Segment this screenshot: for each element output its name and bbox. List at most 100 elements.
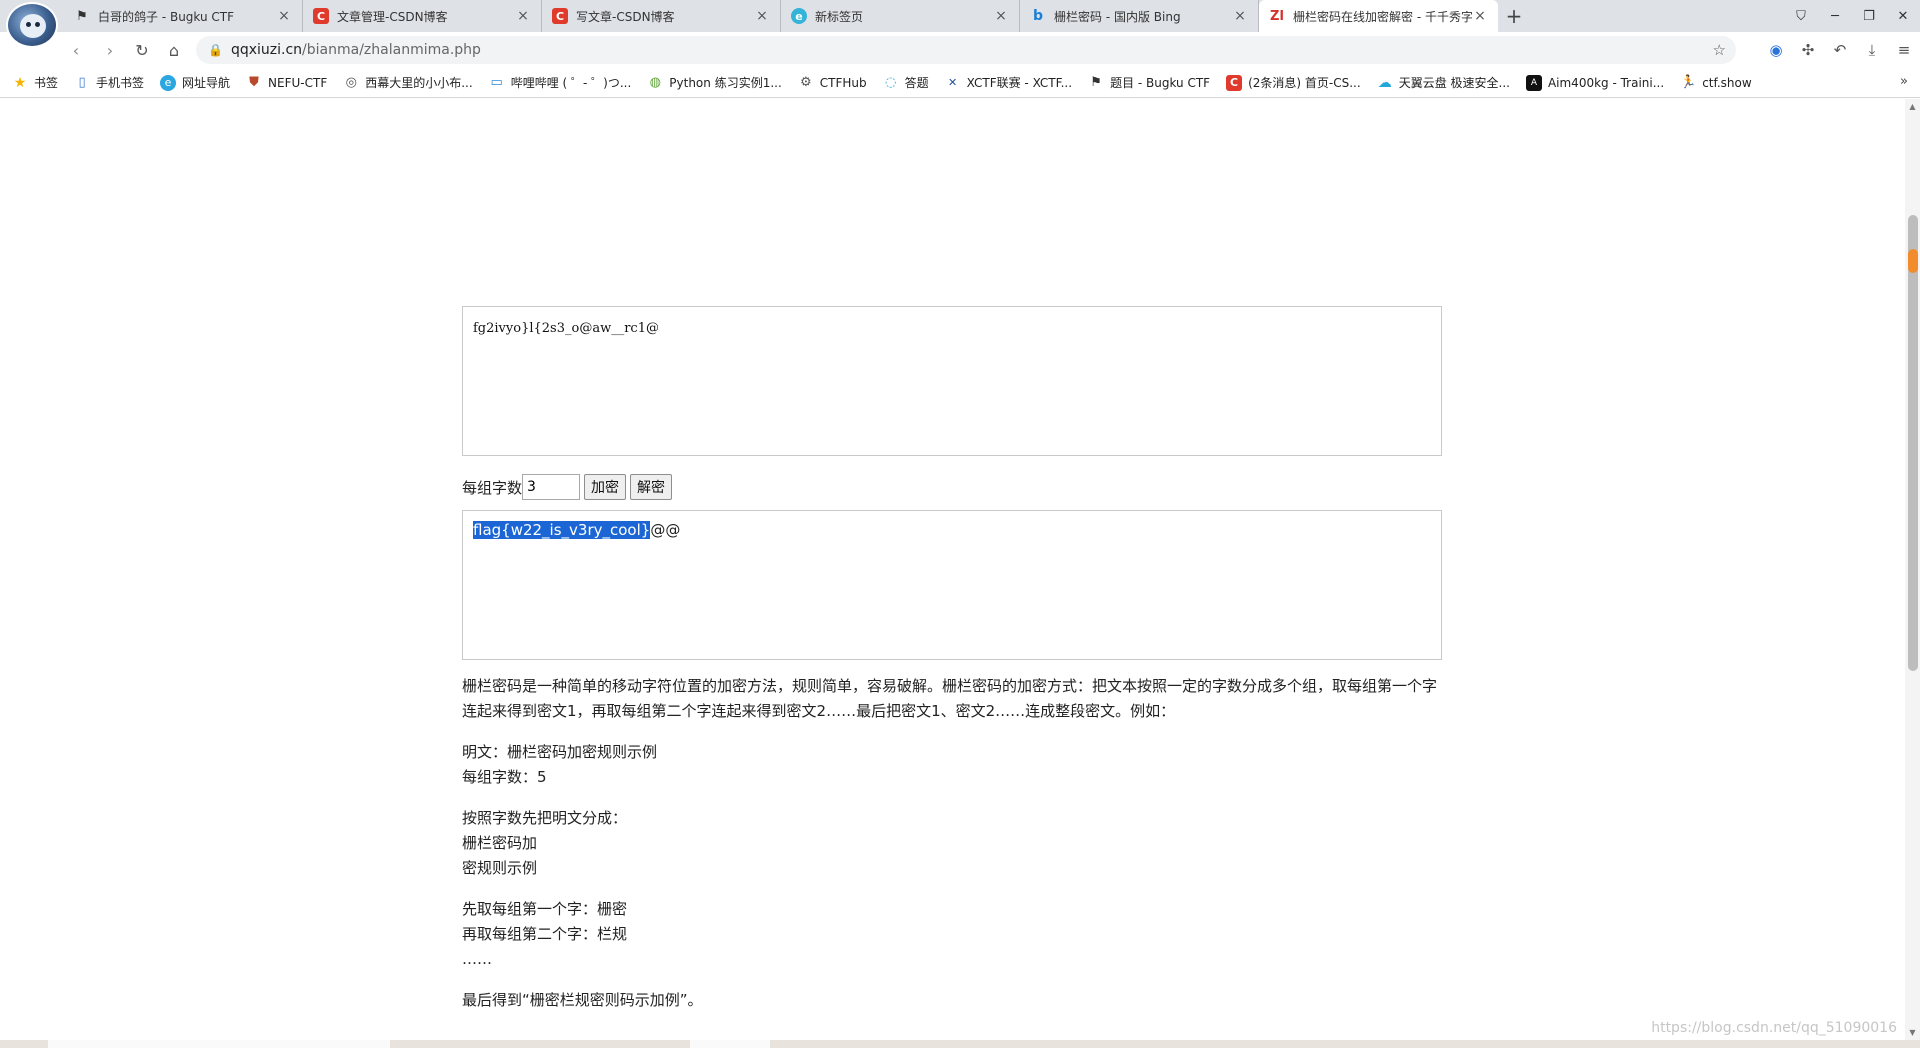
cipher-output-textarea[interactable]: flag{w22_is_v3ry_cool}@@ xyxy=(462,510,1442,660)
toolbar-actions: ◉ ✣ ↶ ⤓ ≡ xyxy=(1760,38,1920,62)
tab-list: ⚑ 白哥的鸽子 - Bugku CTF × C 文章管理-CSDN博客 × C … xyxy=(64,0,1530,32)
tab-title: 写文章-CSDN博客 xyxy=(576,9,675,24)
csdn-icon: C xyxy=(552,8,568,24)
bookmark-item[interactable]: ▭ 哔哩哔哩 ( ゜- ゜)つ... xyxy=(489,74,632,91)
example-line: 按照字数先把明文分成： xyxy=(462,809,628,827)
group-size-label: 每组字数 xyxy=(462,478,523,497)
tab-csdn-write[interactable]: C 写文章-CSDN博客 × xyxy=(542,0,781,32)
close-window-icon[interactable]: ✕ xyxy=(1886,0,1920,32)
menu-icon[interactable]: ≡ xyxy=(1888,38,1920,62)
runner-icon: 🏃 xyxy=(1680,75,1697,90)
example-block: 明文：栅栏密码加密规则示例 每组字数：5 xyxy=(462,740,1442,790)
bing-icon: b xyxy=(1032,8,1044,24)
description: 栅栏密码是一种简单的移动字符位置的加密方法，规则简单，容易破解。栅栏密码的加密方… xyxy=(462,674,1442,1029)
group-size-input[interactable] xyxy=(522,474,581,500)
forward-icon[interactable]: › xyxy=(98,38,122,62)
qqxiuzi-icon: Zl xyxy=(1270,8,1284,24)
description-paragraph: 栅栏密码是一种简单的移动字符位置的加密方法，规则简单，容易破解。栅栏密码的加密方… xyxy=(462,677,1438,720)
bookmark-star-icon[interactable]: ☆ xyxy=(1713,41,1726,59)
shield-icon: ⛊ xyxy=(249,75,259,90)
extension-shield-icon[interactable]: ◉ xyxy=(1760,38,1792,62)
cipher-input-textarea[interactable]: fg2ivyo}l{2s3_o@aw__rc1@ xyxy=(462,306,1442,456)
new-tab-button[interactable]: + xyxy=(1498,0,1530,32)
example-line: …… xyxy=(462,950,492,968)
cloud-icon: ☁ xyxy=(1377,74,1392,91)
restore-icon[interactable]: ❐ xyxy=(1852,0,1886,32)
scroll-up-icon[interactable]: ▲ xyxy=(1905,99,1920,114)
avatar-eye xyxy=(26,22,31,27)
bookmarks-bar: ★ 书签 ▯ 手机书签 e 网址导航 ⛊ NEFU-CTF ◎ 西幕大里的小小布... ▭… xyxy=(0,68,1920,98)
bookmark-item[interactable]: ✕ XCTF联赛 - XCTF... xyxy=(945,74,1072,91)
profile-avatar[interactable] xyxy=(6,2,58,48)
bookmark-item[interactable]: ◎ 西幕大里的小小布... xyxy=(343,74,473,91)
tab-bing[interactable]: b 栅栏密码 - 国内版 Bing × xyxy=(1020,0,1259,32)
star-icon: ★ xyxy=(13,74,27,91)
bookmark-item[interactable]: e 网址导航 xyxy=(160,74,230,91)
tab-bugku-pigeon[interactable]: ⚑ 白哥的鸽子 - Bugku CTF × xyxy=(64,0,303,32)
tab-qqxiuzi[interactable]: Zl 栅栏密码在线加密解密 - 千千秀字 × xyxy=(1259,0,1498,32)
bookmark-item[interactable]: ⚑ 题目 - Bugku CTF xyxy=(1088,74,1210,91)
status-segment xyxy=(690,1040,770,1048)
extensions-icon[interactable]: ✣ xyxy=(1792,38,1824,62)
tab-new-tab[interactable]: e 新标签页 × xyxy=(781,0,1020,32)
bookmark-item[interactable]: ◌ 答题 xyxy=(883,74,929,91)
scrollbar-thumb[interactable] xyxy=(1908,215,1918,671)
vertical-scrollbar[interactable]: ▲ ▼ xyxy=(1905,99,1920,1040)
tab-title: 栅栏密码 - 国内版 Bing xyxy=(1054,9,1181,24)
tv-icon: ▭ xyxy=(490,75,503,90)
close-icon[interactable]: × xyxy=(515,8,531,24)
flag-icon: ⚑ xyxy=(1090,75,1102,90)
edge-icon: e xyxy=(791,8,807,24)
bookmark-item[interactable]: A Aim400kg - Traini... xyxy=(1525,74,1664,91)
bookmarks-overflow-icon[interactable]: » xyxy=(1900,74,1908,89)
example-line: 明文：栅栏密码加密规则示例 xyxy=(462,743,658,761)
close-icon[interactable]: × xyxy=(754,8,770,24)
bookmark-item[interactable]: C (2条消息) 首页-CS... xyxy=(1226,74,1361,91)
tab-strip: ⚑ 白哥的鸽子 - Bugku CTF × C 文章管理-CSDN博客 × C … xyxy=(0,0,1920,48)
bookmark-item[interactable]: ★ 书签 xyxy=(12,74,58,91)
watermark: https://blog.csdn.net/qq_51090016 xyxy=(1651,1020,1897,1036)
address-bar[interactable]: 🔒 qqxiuzi.cn/bianma/zhalanmima.php ☆ xyxy=(196,36,1736,64)
tab-title: 新标签页 xyxy=(815,9,864,24)
bookmark-item[interactable]: ⛊ NEFU-CTF xyxy=(246,75,327,91)
close-icon[interactable]: × xyxy=(1472,8,1488,24)
tab-title: 白哥的鸽子 - Bugku CTF xyxy=(98,9,235,24)
window-controls: ⛉ ─ ❐ ✕ xyxy=(1784,0,1920,32)
decrypt-button[interactable]: 解密 xyxy=(630,474,673,500)
example-line: 先取每组第一个字：栅密 xyxy=(462,900,628,918)
close-icon[interactable]: × xyxy=(276,8,292,24)
lock-icon[interactable]: 🔒 xyxy=(208,43,223,57)
back-icon[interactable]: ‹ xyxy=(64,38,88,62)
encrypt-button[interactable]: 加密 xyxy=(584,474,627,500)
example-line: 每组字数：5 xyxy=(462,768,547,786)
csdn-icon: C xyxy=(1226,74,1243,91)
bookmark-item[interactable]: ▯ 手机书签 xyxy=(74,74,144,91)
runoob-icon: ◍ xyxy=(649,75,661,90)
bookmark-item[interactable]: ◍ Python 练习实例1... xyxy=(647,74,782,91)
example-line: 密规则示例 xyxy=(462,859,538,877)
tab-csdn-manage[interactable]: C 文章管理-CSDN博客 × xyxy=(303,0,542,32)
example-block: 先取每组第一个字：栅密 再取每组第二个字：栏规 …… xyxy=(462,897,1442,972)
selected-output-text: flag{w22_is_v3ry_cool} xyxy=(473,521,651,539)
example-line: 再取每组第二个字：栏规 xyxy=(462,925,628,943)
download-icon[interactable]: ⤓ xyxy=(1856,38,1888,62)
bookmark-item[interactable]: 🏃 ctf.show xyxy=(1680,75,1752,91)
scroll-down-icon[interactable]: ▼ xyxy=(1905,1025,1920,1040)
home-icon[interactable]: ⌂ xyxy=(162,38,186,62)
url-host: qqxiuzi.cn xyxy=(230,42,303,58)
aim-icon: A xyxy=(1525,74,1542,91)
example-block: 最后得到“栅密栏规密则码示加例”。 xyxy=(462,988,1442,1013)
undo-icon[interactable]: ↶ xyxy=(1824,38,1856,62)
close-icon[interactable]: × xyxy=(1232,8,1248,24)
tab-title: 栅栏密码在线加密解密 - 千千秀字 xyxy=(1293,9,1472,24)
close-icon[interactable]: × xyxy=(993,8,1009,24)
avatar-face xyxy=(20,14,46,38)
gear-icon: ⚙ xyxy=(799,75,812,90)
bookmark-item[interactable]: ⚙ CTFHub xyxy=(798,75,867,91)
scroll-position-marker xyxy=(1908,249,1918,273)
minimize-icon[interactable]: ─ xyxy=(1818,0,1852,32)
bookmark-item[interactable]: ☁ 天翼云盘 极速安全... xyxy=(1377,74,1510,91)
tab-title: 文章管理-CSDN博客 xyxy=(337,9,448,24)
shirt-icon[interactable]: ⛉ xyxy=(1784,0,1818,32)
reload-icon[interactable]: ↻ xyxy=(130,38,154,62)
